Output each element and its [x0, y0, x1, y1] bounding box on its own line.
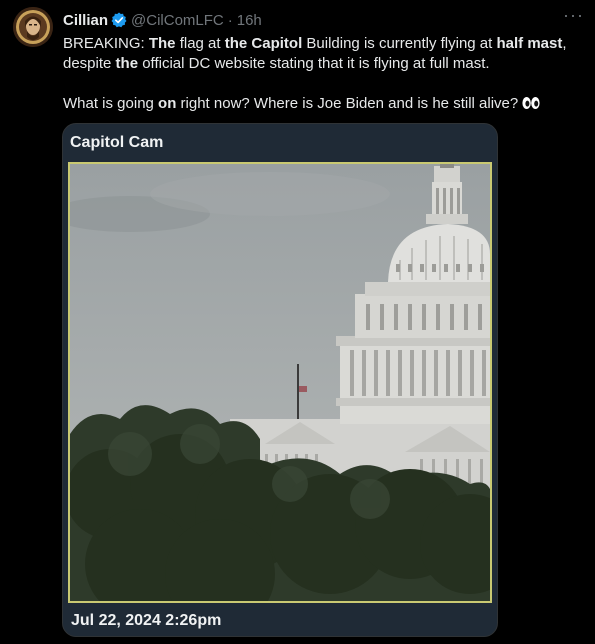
author-name[interactable]: Cillian [63, 12, 108, 29]
capitol-cam-image[interactable] [68, 162, 492, 603]
verified-badge-icon [111, 12, 127, 28]
card-title: Capitol Cam [70, 134, 164, 151]
tweet-line-3: What is going on right now? Where is Joe… [63, 94, 573, 116]
tweet-line-2: despite the official DC website stating … [63, 55, 490, 72]
more-options-icon[interactable]: ··· [563, 6, 583, 26]
author-handle[interactable]: @CilComLFC [131, 12, 224, 29]
avatar[interactable] [13, 7, 53, 47]
eyes-emoji-icon [522, 96, 540, 116]
tweet[interactable]: Cillian @CilComLFC · 16h ··· BREAKING: T… [0, 0, 595, 644]
timestamp[interactable]: 16h [237, 12, 262, 29]
tweet-text: BREAKING: The flag at the Capitol Buildi… [63, 34, 573, 116]
tweet-header: Cillian @CilComLFC · 16h [63, 11, 262, 29]
card-date: Jul 22, 2024 2:26pm [71, 612, 222, 629]
separator: · [227, 11, 233, 29]
tweet-line-1: BREAKING: The flag at the Capitol Buildi… [63, 35, 567, 52]
media-card[interactable]: Capitol Cam Jul 22, 2024 2:26pm [62, 123, 498, 637]
